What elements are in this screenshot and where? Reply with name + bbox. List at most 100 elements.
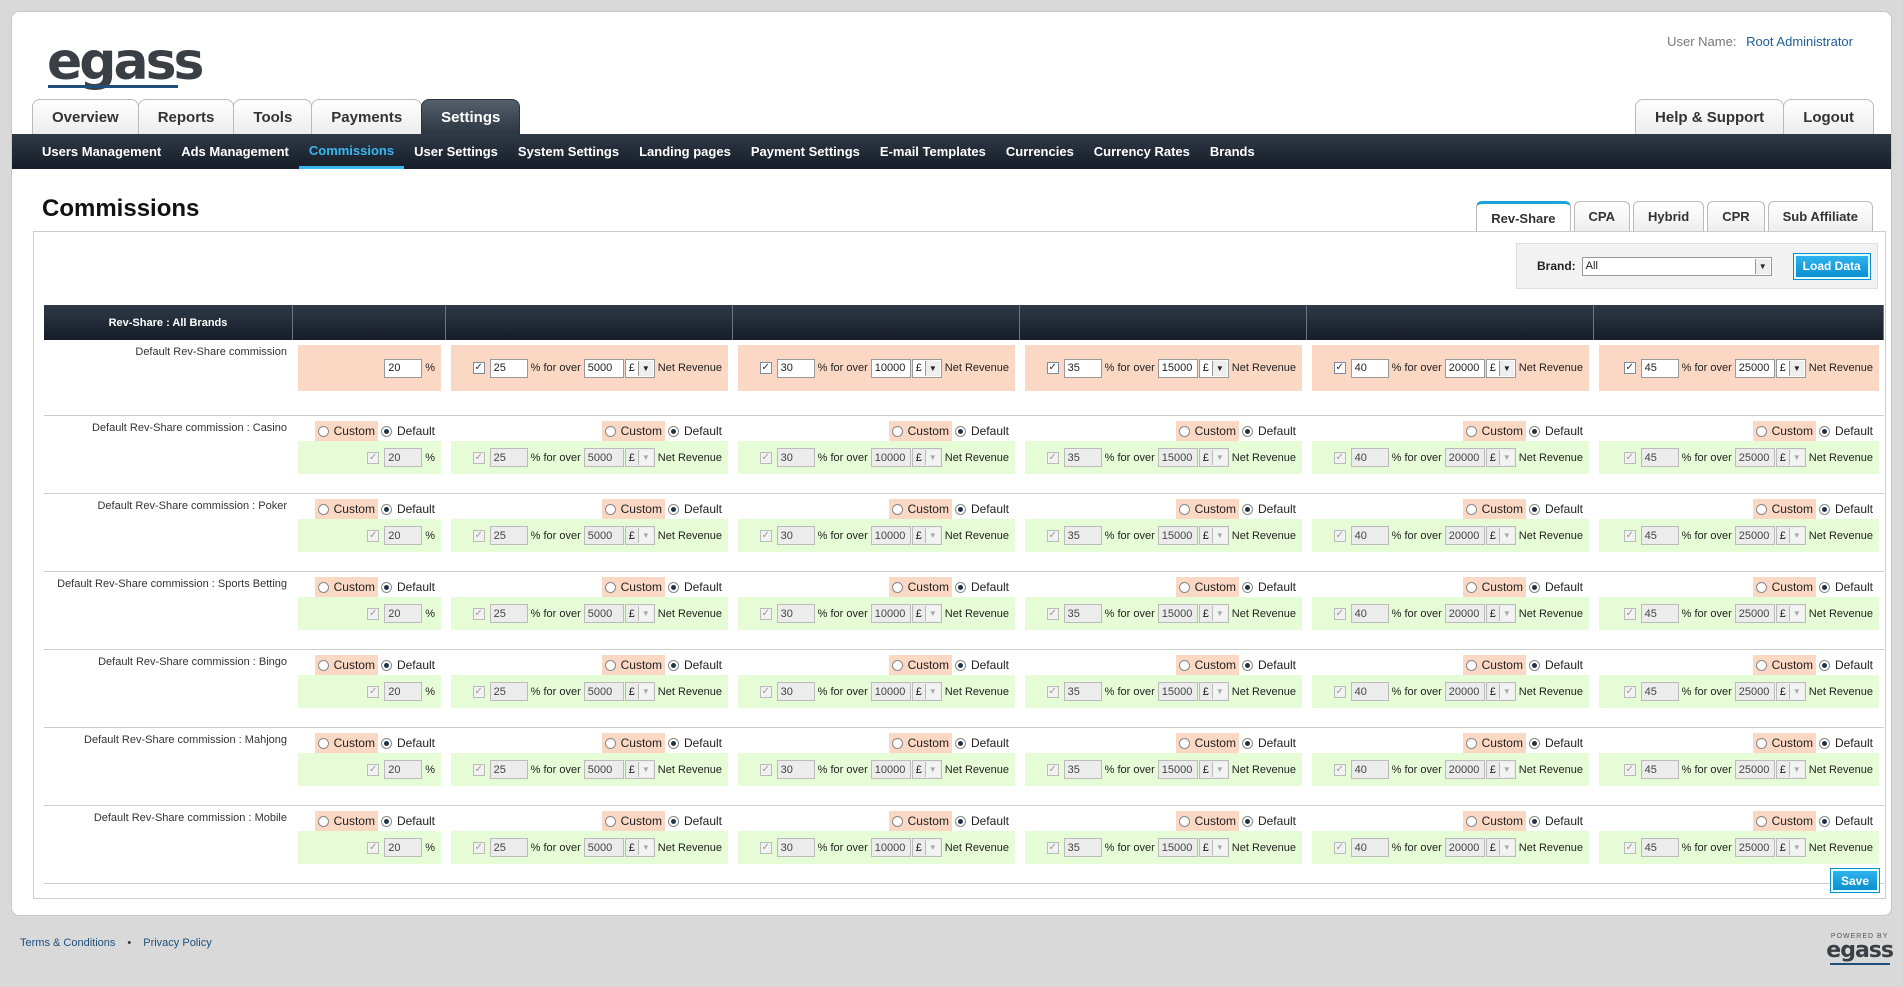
default-option[interactable]: Default bbox=[1238, 655, 1299, 675]
tab-sub-affiliate[interactable]: Sub Affiliate bbox=[1767, 201, 1873, 231]
custom-option[interactable]: Custom bbox=[888, 811, 952, 831]
custom-option[interactable]: Custom bbox=[1752, 499, 1816, 519]
custom-option[interactable]: Custom bbox=[314, 421, 378, 441]
currency-select[interactable]: £ ▼ bbox=[1485, 358, 1516, 378]
custom-radio[interactable] bbox=[604, 425, 616, 437]
custom-radio[interactable] bbox=[317, 737, 329, 749]
custom-option[interactable]: Custom bbox=[1175, 811, 1239, 831]
default-radio[interactable] bbox=[380, 503, 392, 515]
tab-overview[interactable]: Overview bbox=[32, 99, 139, 135]
default-option[interactable]: Default bbox=[664, 733, 725, 753]
custom-option[interactable]: Custom bbox=[888, 655, 952, 675]
custom-radio[interactable] bbox=[317, 503, 329, 515]
default-radio[interactable] bbox=[1241, 659, 1253, 671]
custom-radio[interactable] bbox=[891, 815, 903, 827]
default-radio[interactable] bbox=[1528, 503, 1540, 515]
default-option[interactable]: Default bbox=[1238, 733, 1299, 753]
custom-option[interactable]: Custom bbox=[1175, 577, 1239, 597]
custom-radio[interactable] bbox=[1178, 503, 1190, 515]
tier-enabled-checkbox[interactable]: ✓ bbox=[1046, 362, 1059, 374]
default-option[interactable]: Default bbox=[1238, 577, 1299, 597]
tab-logout[interactable]: Logout bbox=[1783, 99, 1874, 135]
user-name-link[interactable]: Root Administrator bbox=[1746, 34, 1853, 49]
default-radio[interactable] bbox=[1528, 581, 1540, 593]
custom-radio[interactable] bbox=[1755, 659, 1767, 671]
default-option[interactable]: Default bbox=[664, 655, 725, 675]
tier-percent-input[interactable]: 25 bbox=[489, 358, 528, 378]
tier-percent-input[interactable]: 35 bbox=[1063, 358, 1102, 378]
subnav-payment-settings[interactable]: Payment Settings bbox=[741, 134, 870, 169]
custom-option[interactable]: Custom bbox=[1175, 421, 1239, 441]
tier-amount-input[interactable]: 20000 bbox=[1444, 358, 1485, 378]
subnav-email-templates[interactable]: E-mail Templates bbox=[870, 134, 996, 169]
custom-radio[interactable] bbox=[317, 659, 329, 671]
default-option[interactable]: Default bbox=[1238, 811, 1299, 831]
default-radio[interactable] bbox=[954, 737, 966, 749]
egass-logo[interactable]: egass bbox=[47, 32, 204, 92]
tab-tools[interactable]: Tools bbox=[233, 99, 313, 135]
custom-option[interactable]: Custom bbox=[314, 499, 378, 519]
default-option[interactable]: Default bbox=[1525, 577, 1586, 597]
default-option[interactable]: Default bbox=[951, 733, 1012, 753]
custom-option[interactable]: Custom bbox=[1462, 811, 1526, 831]
custom-radio[interactable] bbox=[1755, 425, 1767, 437]
custom-radio[interactable] bbox=[1465, 503, 1477, 515]
custom-radio[interactable] bbox=[604, 503, 616, 515]
default-radio[interactable] bbox=[954, 425, 966, 437]
custom-option[interactable]: Custom bbox=[1462, 421, 1526, 441]
default-option[interactable]: Default bbox=[1815, 811, 1876, 831]
tab-payments[interactable]: Payments bbox=[311, 99, 423, 135]
custom-radio[interactable] bbox=[1465, 425, 1477, 437]
default-radio[interactable] bbox=[1818, 425, 1830, 437]
default-option[interactable]: Default bbox=[1815, 577, 1876, 597]
subnav-currencies[interactable]: Currencies bbox=[996, 134, 1084, 169]
default-option[interactable]: Default bbox=[1815, 733, 1876, 753]
default-option[interactable]: Default bbox=[377, 811, 438, 831]
custom-option[interactable]: Custom bbox=[1462, 577, 1526, 597]
default-radio[interactable] bbox=[1818, 815, 1830, 827]
default-radio[interactable] bbox=[667, 659, 679, 671]
tab-rev-share[interactable]: Rev-Share bbox=[1476, 201, 1571, 232]
default-option[interactable]: Default bbox=[1815, 421, 1876, 441]
default-option[interactable]: Default bbox=[664, 421, 725, 441]
default-option[interactable]: Default bbox=[1525, 421, 1586, 441]
terms-link[interactable]: Terms & Conditions bbox=[20, 937, 115, 949]
tier-amount-input[interactable]: 10000 bbox=[870, 358, 911, 378]
default-radio[interactable] bbox=[1528, 815, 1540, 827]
custom-option[interactable]: Custom bbox=[314, 811, 378, 831]
default-option[interactable]: Default bbox=[951, 655, 1012, 675]
custom-option[interactable]: Custom bbox=[888, 499, 952, 519]
default-radio[interactable] bbox=[1528, 737, 1540, 749]
default-radio[interactable] bbox=[667, 503, 679, 515]
subnav-ads-management[interactable]: Ads Management bbox=[171, 134, 299, 169]
tab-reports[interactable]: Reports bbox=[137, 99, 235, 135]
privacy-link[interactable]: Privacy Policy bbox=[143, 937, 211, 949]
default-radio[interactable] bbox=[954, 815, 966, 827]
custom-radio[interactable] bbox=[1178, 581, 1190, 593]
default-option[interactable]: Default bbox=[1238, 499, 1299, 519]
default-radio[interactable] bbox=[954, 503, 966, 515]
custom-option[interactable]: Custom bbox=[1752, 733, 1816, 753]
default-option[interactable]: Default bbox=[1525, 655, 1586, 675]
default-option[interactable]: Default bbox=[951, 499, 1012, 519]
custom-radio[interactable] bbox=[1755, 503, 1767, 515]
custom-option[interactable]: Custom bbox=[888, 733, 952, 753]
custom-radio[interactable] bbox=[891, 659, 903, 671]
subnav-currency-rates[interactable]: Currency Rates bbox=[1084, 134, 1200, 169]
tier-enabled-checkbox[interactable]: ✓ bbox=[759, 362, 772, 374]
currency-select[interactable]: £ ▼ bbox=[1198, 358, 1229, 378]
custom-option[interactable]: Custom bbox=[601, 811, 665, 831]
default-option[interactable]: Default bbox=[1815, 655, 1876, 675]
custom-radio[interactable] bbox=[1465, 815, 1477, 827]
default-option[interactable]: Default bbox=[664, 499, 725, 519]
custom-option[interactable]: Custom bbox=[601, 577, 665, 597]
custom-option[interactable]: Custom bbox=[1752, 811, 1816, 831]
tier-amount-input[interactable]: 15000 bbox=[1157, 358, 1198, 378]
default-option[interactable]: Default bbox=[1525, 733, 1586, 753]
tier-percent-input[interactable]: 40 bbox=[1350, 358, 1389, 378]
default-option[interactable]: Default bbox=[1525, 499, 1586, 519]
custom-radio[interactable] bbox=[1755, 815, 1767, 827]
custom-radio[interactable] bbox=[604, 737, 616, 749]
default-radio[interactable] bbox=[1818, 503, 1830, 515]
tab-hybrid[interactable]: Hybrid bbox=[1633, 201, 1705, 231]
